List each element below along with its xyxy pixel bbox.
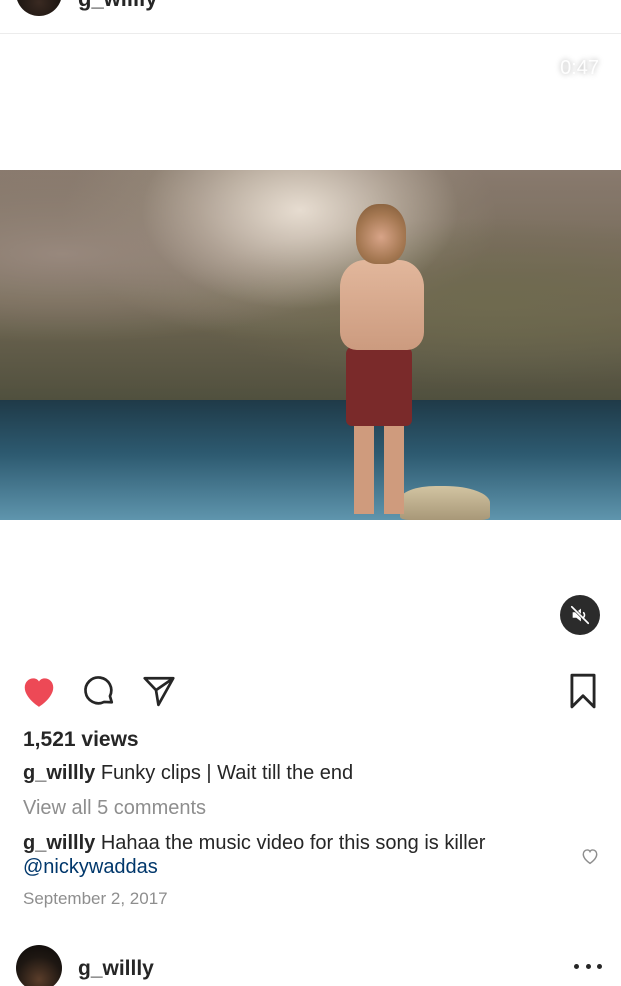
username[interactable]: g_willly <box>78 0 157 12</box>
more-icon-dot <box>597 963 602 969</box>
username[interactable]: g_willly <box>78 957 154 981</box>
person-head <box>356 204 406 264</box>
bookmark-icon <box>570 673 596 709</box>
caption-username[interactable]: g_willly <box>23 762 95 784</box>
comment-mention[interactable]: @nickywaddas <box>23 856 158 878</box>
muted-speaker-icon <box>570 605 590 625</box>
view-count[interactable]: 1,521 views <box>23 728 139 752</box>
more-options-button[interactable] <box>574 958 602 974</box>
more-icon-dot <box>585 963 591 969</box>
paper-plane-icon <box>143 676 175 707</box>
person-torso <box>340 260 424 350</box>
comment-username[interactable]: g_willly <box>23 832 95 854</box>
mute-button[interactable] <box>560 595 600 635</box>
rock <box>400 486 490 520</box>
heart-icon <box>24 678 54 707</box>
post-date: September 2, 2017 <box>23 889 168 908</box>
action-bar <box>0 670 621 712</box>
next-post-header: g_willly <box>0 940 621 986</box>
small-heart-icon <box>582 849 598 865</box>
video-frame <box>0 170 621 520</box>
comment: g_willly Hahaa the music video for this … <box>23 831 568 879</box>
comment-like-button[interactable] <box>579 845 601 867</box>
view-all-comments-link[interactable]: View all 5 comments <box>23 797 206 820</box>
post-header: g_willly <box>0 0 621 34</box>
comment-icon <box>84 676 114 705</box>
share-button[interactable] <box>138 670 180 712</box>
avatar[interactable] <box>16 0 62 16</box>
caption: g_willly Funky clips | Wait till the end <box>23 762 353 785</box>
comment-text: Hahaa the music video for this song is k… <box>100 832 486 854</box>
like-button[interactable] <box>18 670 60 712</box>
person-legs <box>354 422 404 514</box>
comment-button[interactable] <box>78 670 120 712</box>
more-icon-dot <box>574 963 579 969</box>
person-shorts <box>346 346 412 426</box>
avatar[interactable] <box>16 945 62 986</box>
video-player[interactable]: 0:47 <box>0 35 621 656</box>
water <box>0 400 621 520</box>
caption-text: Funky clips | Wait till the end <box>100 762 354 784</box>
video-duration: 0:47 <box>560 57 599 79</box>
save-button[interactable] <box>562 670 604 712</box>
